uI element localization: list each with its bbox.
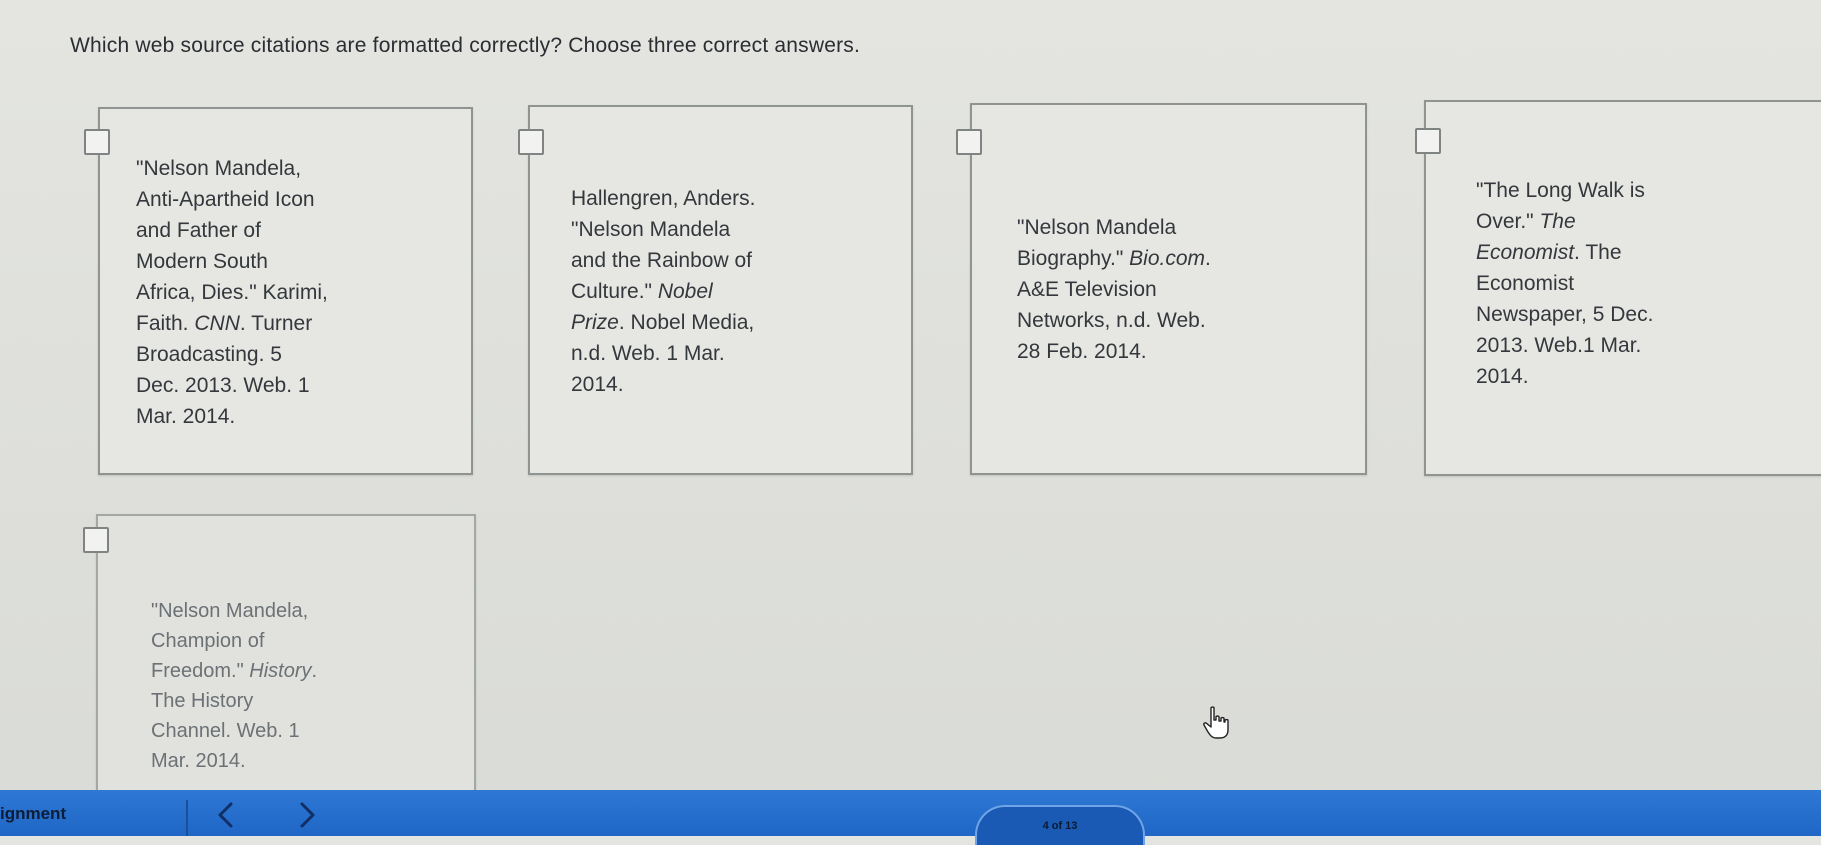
citation-line: 28 Feb. 2014.	[1017, 340, 1147, 363]
citation-line: n.d. Web. 1 Mar.	[571, 342, 725, 365]
citation-line: "Nelson Mandela,	[151, 600, 309, 622]
option-1-checkbox[interactable]	[84, 129, 110, 155]
citation-publisher: . Turner	[239, 312, 313, 335]
citation-punctuation: .	[1205, 247, 1211, 270]
citation-line: 2014.	[1476, 365, 1529, 388]
chevron-right-icon[interactable]	[288, 796, 328, 832]
citation-line: A&E Television	[1017, 278, 1157, 301]
citation-line: The History	[151, 690, 254, 712]
question-text: Which web source citations are formatted…	[70, 34, 861, 57]
citation-line: and Father of	[136, 219, 261, 242]
assignment-label: ignment	[0, 804, 67, 823]
citation-line: Mar. 2014.	[151, 750, 246, 772]
citation-site-name: Economist	[1476, 241, 1575, 264]
chevron-left-icon[interactable]	[205, 796, 245, 832]
answer-option-4[interactable]: "The Long Walk is Over." The Economist. …	[1415, 100, 1821, 476]
citation-publisher: . The	[1574, 241, 1622, 264]
option-5-citation: "Nelson Mandela, Champion of Freedom." H…	[151, 596, 317, 776]
citation-line: Economist. The	[1476, 237, 1653, 268]
answer-option-1[interactable]: "Nelson Mandela, Anti-Apartheid Icon and…	[84, 107, 473, 475]
citation-line: Channel. Web. 1	[151, 720, 300, 742]
citation-line: Over." The	[1476, 206, 1653, 237]
citation-line: Networks, n.d. Web.	[1017, 309, 1206, 332]
citation-line: and the Rainbow of	[571, 249, 752, 272]
citation-line: "The Long Walk is	[1476, 179, 1645, 202]
question-progress-indicator[interactable]: 4 of 13	[975, 805, 1145, 845]
option-4-checkbox[interactable]	[1415, 128, 1441, 154]
citation-article-title-end: Biography."	[1017, 247, 1130, 270]
citation-site-name: The	[1539, 210, 1576, 233]
citation-line: Mar. 2014.	[136, 405, 236, 428]
progress-text: 4 of 13	[1042, 820, 1078, 832]
citation-article-title-end: Freedom."	[151, 660, 250, 682]
citation-site-name: Prize	[571, 311, 619, 334]
citation-line: Broadcasting. 5	[136, 343, 282, 366]
citation-site-name: History	[249, 660, 312, 682]
citation-line: "Nelson Mandela,	[136, 157, 302, 180]
answer-option-2[interactable]: Hallengren, Anders. "Nelson Mandela and …	[518, 105, 913, 475]
citation-line: Newspaper, 5 Dec.	[1476, 303, 1654, 326]
answer-option-3[interactable]: "Nelson Mandela Biography." Bio.com. A&E…	[956, 103, 1367, 475]
answer-option-5[interactable]: "Nelson Mandela, Champion of Freedom." H…	[83, 514, 476, 804]
bottom-navigation-bar: ignment 4 of 13	[0, 790, 1821, 845]
citation-line: Biography." Bio.com.	[1017, 243, 1211, 274]
citation-site-name: Bio.com	[1129, 247, 1205, 270]
citation-article-title-end: Over."	[1476, 210, 1540, 233]
option-2-checkbox[interactable]	[518, 129, 544, 155]
citation-line: Hallengren, Anders.	[571, 187, 756, 210]
citation-publisher: . Nobel Media,	[618, 311, 755, 334]
option-1-citation: "Nelson Mandela, Anti-Apartheid Icon and…	[136, 153, 328, 432]
citation-line: 2013. Web.1 Mar.	[1476, 334, 1642, 357]
citation-line: Faith. CNN. Turner	[136, 308, 328, 339]
option-2-citation: Hallengren, Anders. "Nelson Mandela and …	[571, 183, 755, 400]
bar-divider	[186, 800, 188, 836]
citation-line: Prize. Nobel Media,	[571, 307, 755, 338]
citation-source-title: CNN	[194, 312, 240, 335]
citation-line: Anti-Apartheid Icon	[136, 188, 315, 211]
option-3-citation: "Nelson Mandela Biography." Bio.com. A&E…	[1017, 212, 1211, 367]
citation-line: 2014.	[571, 373, 624, 396]
citation-line: "Nelson Mandela	[571, 218, 731, 241]
citation-line: Freedom." History.	[151, 656, 317, 686]
citation-line: Dec. 2013. Web. 1	[136, 374, 310, 397]
citation-line: Modern South	[136, 250, 268, 273]
citation-line: Africa, Dies." Karimi,	[136, 281, 328, 304]
citation-punctuation: .	[311, 660, 318, 682]
option-4-citation: "The Long Walk is Over." The Economist. …	[1476, 175, 1653, 392]
citation-line: Champion of	[151, 630, 265, 652]
citation-article-title-end: Culture."	[571, 280, 658, 303]
citation-line: Culture." Nobel	[571, 276, 755, 307]
hand-pointer-icon	[1203, 706, 1229, 739]
citation-author: Faith.	[136, 312, 195, 335]
citation-site-name: Nobel	[657, 280, 713, 303]
citation-line: "Nelson Mandela	[1017, 216, 1177, 239]
citation-line: Economist	[1476, 272, 1575, 295]
option-5-checkbox[interactable]	[83, 527, 109, 553]
option-3-checkbox[interactable]	[956, 129, 982, 155]
